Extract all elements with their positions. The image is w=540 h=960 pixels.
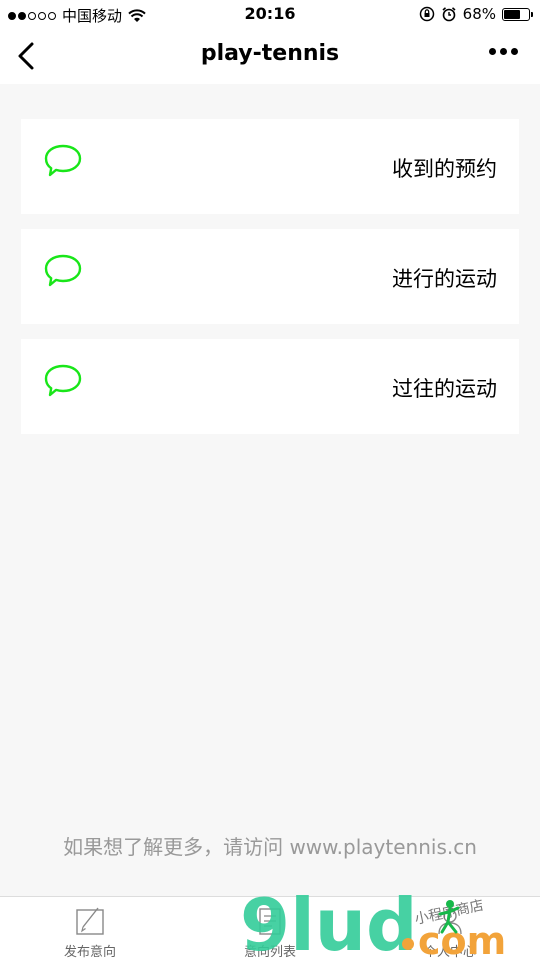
more-dot	[500, 48, 507, 55]
status-bar: 中国移动 20:16 68%	[0, 0, 540, 28]
person-icon	[438, 909, 462, 935]
more-dot	[511, 48, 518, 55]
status-right: 68%	[419, 5, 533, 23]
card-label: 进行的运动	[392, 267, 497, 291]
pen-note-icon	[76, 907, 104, 935]
battery-icon	[502, 7, 533, 21]
screen: 中国移动 20:16 68% play-tennis 收到的预约 进行的运动 过…	[0, 0, 540, 960]
tab-publish-intent[interactable]: 发布意向	[0, 897, 180, 960]
tab-intent-list[interactable]: 意向列表	[180, 897, 360, 960]
tab-bar: 发布意向 意向列表 个人中心	[0, 896, 540, 960]
battery-percent: 68%	[462, 5, 496, 23]
card-received-bookings[interactable]: 收到的预约	[21, 119, 519, 214]
more-button[interactable]	[489, 48, 518, 55]
list-icon	[259, 908, 281, 935]
chat-bubble-icon	[44, 144, 82, 177]
tab-label: 发布意向	[63, 945, 116, 960]
card-ongoing-sports[interactable]: 进行的运动	[21, 229, 519, 324]
battery-level	[504, 9, 521, 19]
footer-note: 如果想了解更多，请访问 www.playtennis.cn	[63, 835, 477, 859]
card-label: 收到的预约	[392, 157, 497, 181]
alarm-icon	[442, 7, 456, 22]
rotation-lock-icon	[419, 6, 434, 22]
more-dot	[489, 48, 496, 55]
chat-bubble-icon	[44, 254, 82, 287]
card-label: 过往的运动	[392, 377, 497, 401]
chat-bubble-icon	[44, 364, 82, 397]
tab-label: 意向列表	[243, 945, 296, 960]
tab-personal-center[interactable]: 个人中心	[360, 897, 540, 960]
nav-bar: play-tennis	[0, 28, 540, 84]
page-title: play-tennis	[200, 41, 340, 66]
tab-label: 个人中心	[423, 945, 476, 960]
card-past-sports[interactable]: 过往的运动	[21, 339, 519, 434]
